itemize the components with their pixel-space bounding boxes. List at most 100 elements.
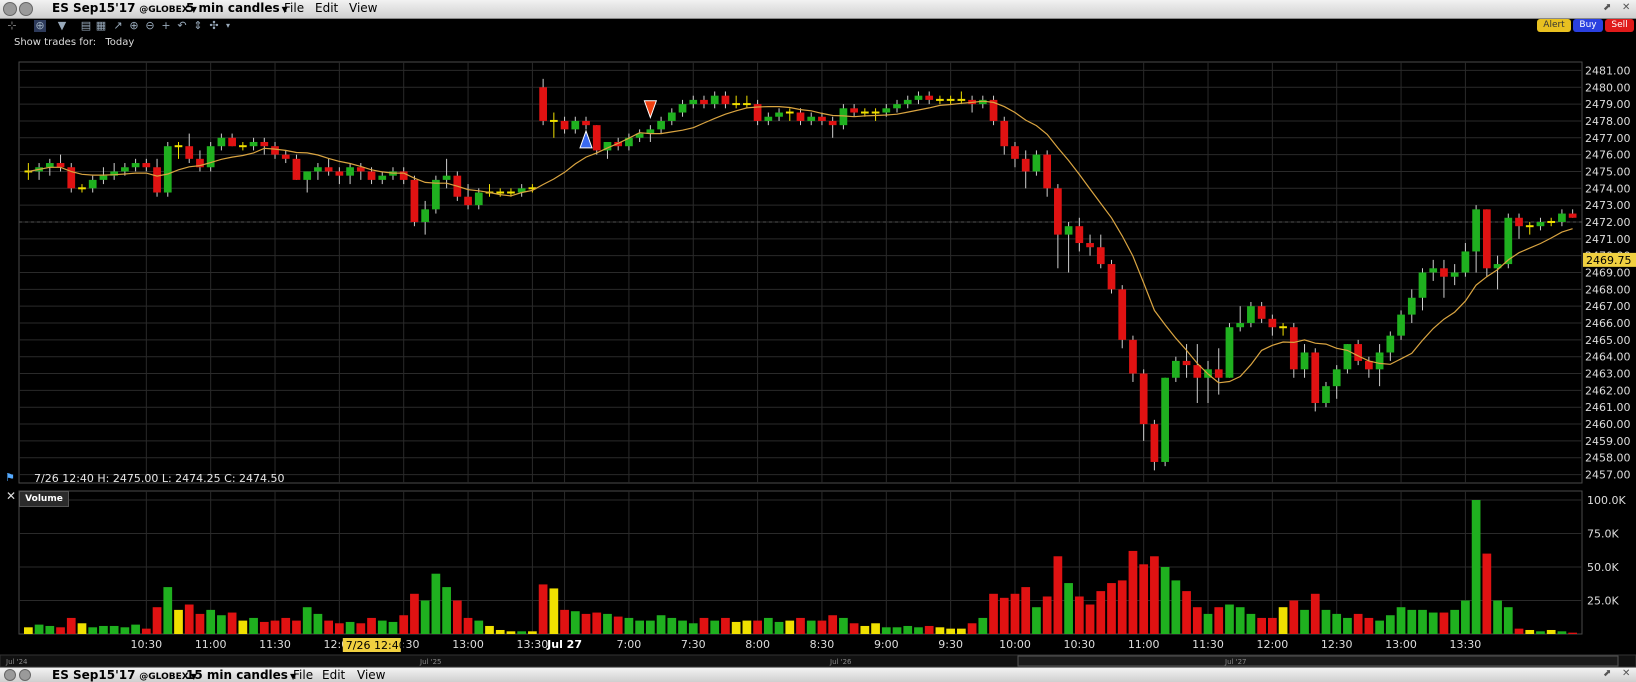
time-axis-label: 13:00 xyxy=(452,638,484,651)
volume-axis-label: 100.0K xyxy=(1587,494,1626,507)
price-axis-label: 2473.00 xyxy=(1585,199,1631,212)
candle-body xyxy=(1150,424,1159,462)
candle-body xyxy=(228,137,236,147)
volume-bar xyxy=(152,607,162,634)
price-axis-label: 2460.00 xyxy=(1585,418,1631,431)
price-axis-label: 2471.00 xyxy=(1585,233,1631,246)
volume-bar xyxy=(903,625,913,634)
candle-body xyxy=(1418,272,1427,298)
volume-bar xyxy=(849,623,859,634)
candle-body xyxy=(99,175,108,180)
volume-bar xyxy=(292,620,301,634)
volume-bar xyxy=(1225,604,1234,634)
candle-body xyxy=(1043,154,1052,189)
candle-body xyxy=(1558,213,1566,222)
candle-body xyxy=(1139,373,1148,425)
volume-bar xyxy=(120,627,130,634)
candle-body xyxy=(260,141,269,147)
time-axis-label: 11:30 xyxy=(1192,638,1224,651)
volume-bar xyxy=(345,621,355,634)
candle-body xyxy=(1482,209,1491,269)
volume-bar xyxy=(1568,632,1577,634)
overview-date-label: Jul '26 xyxy=(829,658,852,666)
volume-bar xyxy=(249,617,258,634)
candle-body xyxy=(1504,217,1513,265)
price-chart[interactable]: 10:30 11:00 11:30 12:00 12:30 13:00 13:30Jul 2… xyxy=(0,0,1636,681)
interval-dropdown[interactable]: 15 min candles ▼ xyxy=(186,668,296,682)
candle-body xyxy=(1311,352,1320,404)
price-axis-label: 2463.00 xyxy=(1585,368,1631,381)
price-axis-label: 2461.00 xyxy=(1585,401,1631,414)
candle-body xyxy=(1257,306,1266,319)
time-axis-label: 11:30 xyxy=(259,638,291,651)
menu-view[interactable]: View xyxy=(357,668,385,682)
volume-bar xyxy=(1493,600,1502,634)
volume-bar xyxy=(506,631,516,634)
volume-bar xyxy=(957,628,966,634)
volume-bar xyxy=(570,611,580,634)
price-axis-label: 2480.00 xyxy=(1585,81,1631,94)
volume-bar xyxy=(978,617,988,634)
link-circle-icon[interactable] xyxy=(19,669,31,681)
candle-body xyxy=(1289,327,1298,370)
volume-bar xyxy=(1053,556,1063,634)
candle-body xyxy=(464,196,472,206)
volume-bar xyxy=(624,617,634,634)
volume-axis-label: 25.0K xyxy=(1587,595,1619,608)
candle-body xyxy=(153,167,161,193)
candle-body xyxy=(1193,365,1202,378)
volume-bar xyxy=(1182,591,1191,634)
price-axis-label: 2458.00 xyxy=(1585,452,1631,465)
volume-bar xyxy=(1235,607,1245,634)
close-window-icon[interactable]: ✕ xyxy=(1622,668,1630,679)
volume-bar xyxy=(538,584,548,634)
volume-bar xyxy=(592,612,602,634)
price-axis-label: 2459.00 xyxy=(1585,435,1631,448)
candle-body xyxy=(818,116,826,121)
volume-bar xyxy=(238,620,248,634)
menu-edit[interactable]: Edit xyxy=(322,668,345,682)
candle-body xyxy=(1440,268,1448,277)
candle-body xyxy=(657,120,665,130)
volume-axis-label: 50.0K xyxy=(1587,561,1619,574)
candle-body xyxy=(1332,369,1341,387)
minimize-circle-icon[interactable] xyxy=(4,669,16,681)
volume-bar xyxy=(452,600,462,634)
price-axis-label: 2479.00 xyxy=(1585,98,1631,111)
candle-body xyxy=(539,87,547,121)
candle-body xyxy=(346,167,354,176)
volume-bar xyxy=(688,623,698,634)
price-axis-label: 2475.00 xyxy=(1585,165,1631,178)
volume-bar xyxy=(45,625,55,634)
candle-body xyxy=(378,175,387,180)
time-axis-label: 7:00 xyxy=(617,638,642,651)
volume-bar xyxy=(1021,587,1031,634)
volume-bar xyxy=(1332,613,1342,634)
candle-body xyxy=(1107,264,1116,290)
candle-body xyxy=(163,146,172,193)
volume-bar xyxy=(302,607,312,634)
volume-bar xyxy=(731,621,741,634)
candle-body xyxy=(839,108,848,126)
volume-bar xyxy=(828,615,838,634)
candle-body xyxy=(314,167,322,172)
volume-bar xyxy=(1032,607,1041,634)
volume-bar xyxy=(259,621,269,634)
pin-icon[interactable]: ⚑ xyxy=(5,471,15,484)
candle-body xyxy=(1011,146,1019,159)
detach-icon[interactable]: ⬈ xyxy=(1603,668,1611,679)
ohlc-info: 7/26 12:40 H: 2475.00 L: 2474.25 C: 2474… xyxy=(34,472,285,485)
close-volume-icon[interactable]: ✕ xyxy=(6,489,16,503)
menu-file[interactable]: File xyxy=(293,668,313,682)
candle-body xyxy=(56,163,65,168)
candle-body xyxy=(131,163,140,168)
candle-body xyxy=(571,120,580,130)
time-axis-label: 8:00 xyxy=(745,638,770,651)
volume-bar xyxy=(517,631,527,634)
time-axis-label: 11:00 xyxy=(1128,638,1160,651)
volume-bar xyxy=(388,621,398,634)
volume-bar xyxy=(356,623,366,634)
price-axis-label: 2457.00 xyxy=(1585,469,1631,482)
volume-bar xyxy=(1364,617,1374,634)
candle-body xyxy=(582,120,590,126)
